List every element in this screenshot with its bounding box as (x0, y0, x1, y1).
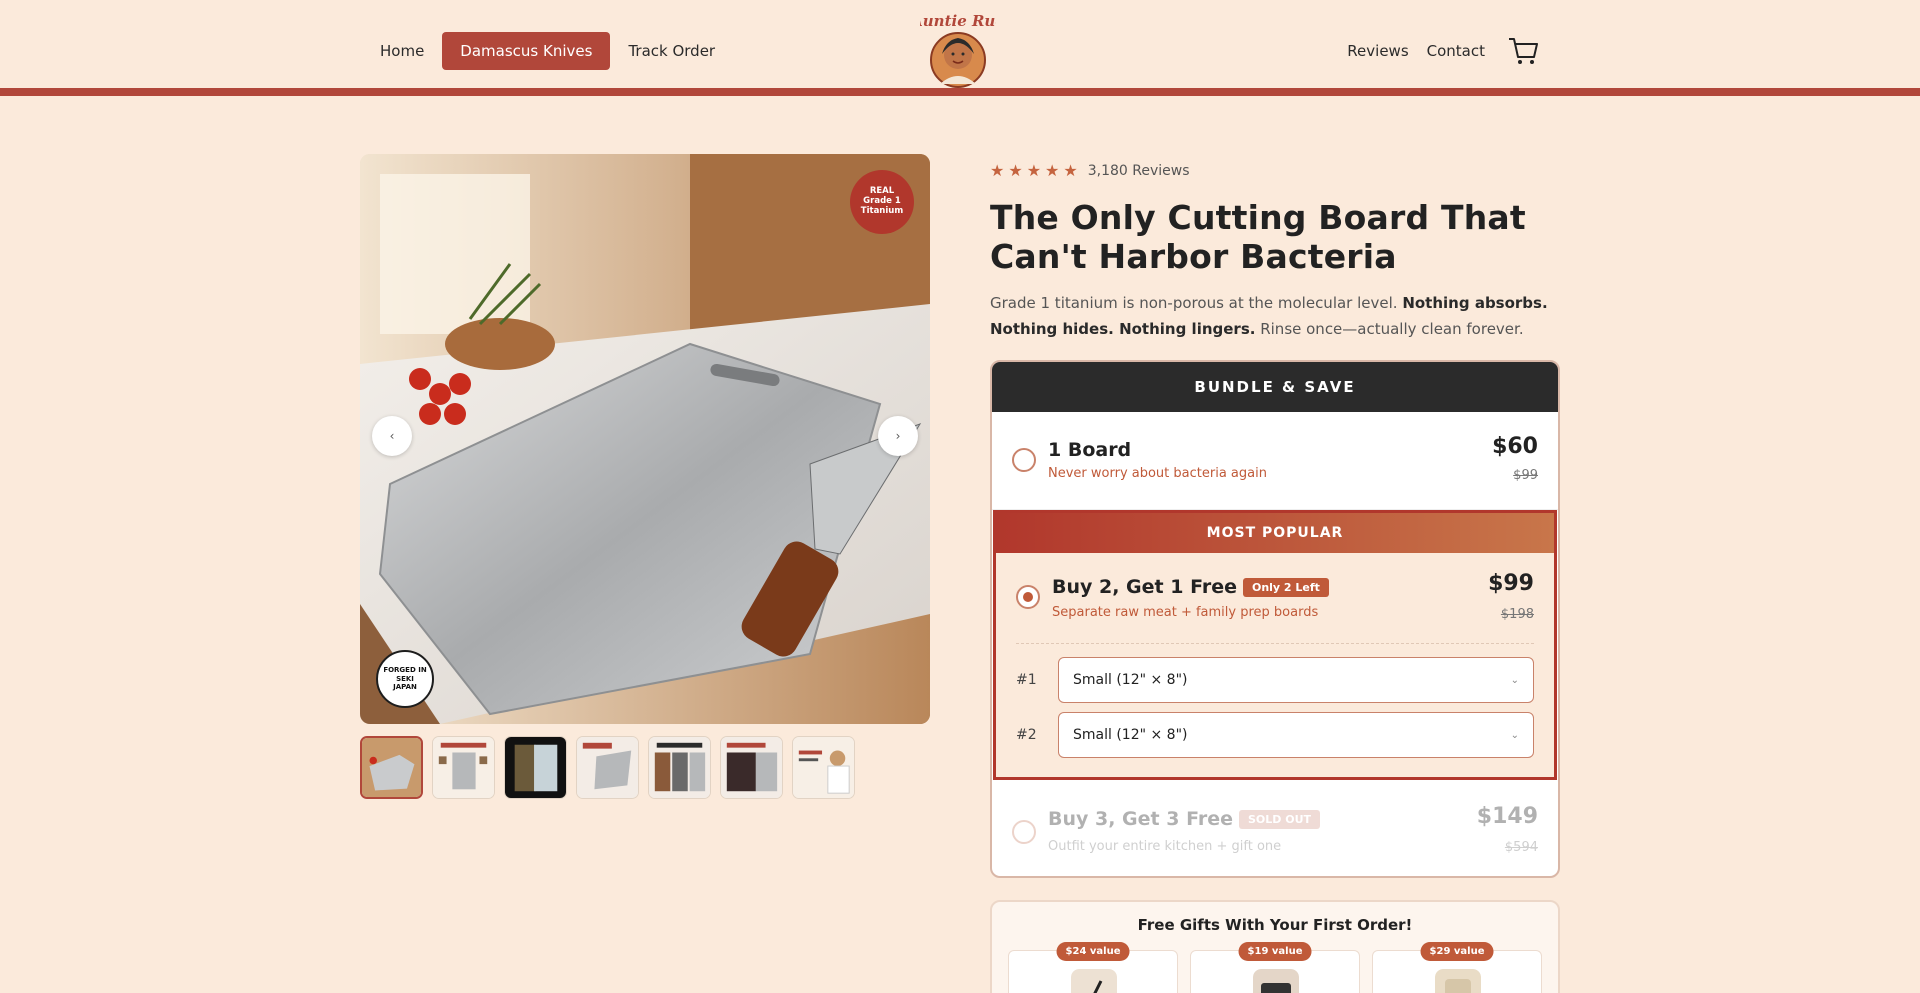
product-main-image[interactable]: REAL Grade 1 Titanium FORGED IN SEKI JAP… (360, 154, 930, 724)
gift-cloth-image (1435, 969, 1481, 993)
option-subtitle: Outfit your entire kitchen + gift one (1048, 839, 1282, 854)
gift-card[interactable]: $19 value (1190, 942, 1360, 993)
gift-card[interactable]: $29 value (1372, 942, 1542, 993)
cart-icon[interactable] (1506, 34, 1540, 68)
board-number-label: #2 (1016, 727, 1037, 743)
nav-track-order-link[interactable]: Track Order (610, 32, 733, 70)
bundle-selector: BUNDLE & SAVE 1 Board Never worry about … (990, 360, 1560, 878)
thumbnail-image (577, 737, 638, 798)
option-old-price: $594 (1504, 840, 1538, 855)
option-subtitle: Never worry about bacteria again (1048, 466, 1267, 481)
gallery-thumbnail[interactable] (432, 736, 495, 799)
option-title-row: Buy 3, Get 3 Free SOLD OUT (1048, 808, 1321, 830)
option-divider (1016, 643, 1534, 644)
gallery-thumbnail[interactable] (720, 736, 783, 799)
free-gifts-panel: Free Gifts With Your First Order! $24 va… (990, 900, 1560, 993)
gift-value-badge: $24 value (1056, 942, 1130, 961)
badge-line: Titanium (860, 205, 904, 216)
option-old-price: $198 (1500, 607, 1534, 622)
star-icon: ★ (990, 161, 1005, 180)
chevron-down-icon: ⌄ (1510, 729, 1519, 741)
gift-value-badge: $29 value (1420, 942, 1494, 961)
option-name: 1 Board (1048, 439, 1132, 461)
select-value: Small (12" × 8") (1073, 672, 1188, 688)
thumbnail-image (433, 737, 494, 798)
most-popular-banner: MOST POPULAR (996, 513, 1554, 553)
nav-reviews-link[interactable]: Reviews (1338, 32, 1417, 70)
gallery-thumbnail[interactable] (576, 736, 639, 799)
option-price: $60 (1492, 434, 1538, 459)
titanium-badge: REAL Grade 1 Titanium (850, 170, 914, 234)
star-icon: ★ (1008, 161, 1023, 180)
badge-line: SEKI (396, 674, 414, 683)
option-title-row: Buy 2, Get 1 Free Only 2 Left (1052, 576, 1329, 598)
gallery-thumbnail[interactable] (792, 736, 855, 799)
nav-right: Reviews Contact (1338, 32, 1540, 70)
chevron-left-icon: ‹ (389, 429, 395, 443)
option-price: $99 (1488, 571, 1534, 596)
bundle-option-1-board[interactable]: 1 Board Never worry about bacteria again… (992, 412, 1558, 510)
description-text: Rinse once—actually clean forever. (1255, 320, 1524, 338)
gift-mat-image (1253, 969, 1299, 993)
gift-sharpener-image (1071, 969, 1117, 993)
star-icon: ★ (1045, 161, 1060, 180)
gallery-prev-button[interactable]: ‹ (372, 416, 412, 456)
gallery-next-button[interactable]: › (878, 416, 918, 456)
option-name: Buy 3, Get 3 Free (1048, 808, 1233, 830)
bundle-radio[interactable] (1016, 585, 1040, 609)
product-info: ★ ★ ★ ★ ★ 3,180 Reviews The Only Cutting… (990, 160, 1560, 342)
option-subtitle: Separate raw meat + family prep boards (1052, 605, 1319, 620)
bundle-radio[interactable] (1012, 448, 1036, 472)
svg-text:Auntie Rue: Auntie Rue (920, 12, 996, 30)
site-header: Home Damascus Knives Track Order Auntie … (0, 0, 1920, 96)
board-size-select-1[interactable]: Small (12" × 8") ⌄ (1058, 657, 1534, 703)
review-count: 3,180 Reviews (1087, 163, 1190, 179)
rating-row[interactable]: ★ ★ ★ ★ ★ 3,180 Reviews (990, 160, 1560, 182)
option-name: Buy 2, Get 1 Free (1052, 576, 1237, 598)
gallery-thumbnail[interactable] (360, 736, 423, 799)
stock-badge: Only 2 Left (1242, 577, 1329, 597)
nav-left: Home Damascus Knives Track Order (362, 32, 733, 70)
product-title: The Only Cutting Board That Can't Harbor… (990, 198, 1526, 276)
option-price: $149 (1476, 804, 1538, 829)
bundle-option-buy-3-get-3: Buy 3, Get 3 Free SOLD OUT Outfit your e… (992, 780, 1558, 876)
board-size-row-1: #1 Small (12" × 8") ⌄ (1016, 657, 1534, 703)
bundle-radio (1012, 820, 1036, 844)
gallery-thumbnail[interactable] (648, 736, 711, 799)
thumbnail-image (649, 737, 710, 798)
star-icon: ★ (1063, 161, 1078, 180)
thumbnail-image (505, 737, 566, 798)
free-gifts-title: Free Gifts With Your First Order! (1137, 916, 1413, 934)
thumbnail-image (721, 737, 782, 798)
cutting-board-photo (360, 154, 930, 724)
star-icon: ★ (1026, 161, 1042, 180)
option-old-price: $99 (1513, 468, 1538, 483)
brand-logo[interactable]: Auntie Rue (920, 10, 996, 88)
badge-line: FORGED IN (383, 666, 427, 675)
seki-japan-badge: FORGED IN SEKI JAPAN (376, 650, 434, 708)
thumbnail-image (362, 738, 421, 797)
gift-card[interactable]: $24 value (1008, 942, 1178, 993)
board-size-row-2: #2 Small (12" × 8") ⌄ (1016, 712, 1534, 758)
thumbnail-image (793, 737, 854, 798)
select-value: Small (12" × 8") (1073, 727, 1188, 743)
chevron-right-icon: › (895, 429, 901, 443)
description-text: Grade 1 titanium is non-porous at the mo… (990, 294, 1403, 312)
gallery-thumbnails (360, 736, 855, 799)
bundle-heading: BUNDLE & SAVE (992, 362, 1558, 412)
chevron-down-icon: ⌄ (1510, 674, 1519, 686)
bundle-option-buy-2-get-1[interactable]: MOST POPULAR Buy 2, Get 1 Free Only 2 Le… (993, 510, 1557, 780)
gift-value-badge: $19 value (1238, 942, 1312, 961)
nav-damascus-knives-link[interactable]: Damascus Knives (442, 32, 611, 70)
sold-out-badge: SOLD OUT (1238, 809, 1321, 829)
board-number-label: #1 (1016, 672, 1037, 688)
nav-contact-link[interactable]: Contact (1418, 32, 1494, 70)
product-description: Grade 1 titanium is non-porous at the mo… (990, 290, 1560, 342)
nav-home-link[interactable]: Home (362, 32, 442, 70)
board-size-select-2[interactable]: Small (12" × 8") ⌄ (1058, 712, 1534, 758)
gallery-thumbnail[interactable] (504, 736, 567, 799)
badge-line: JAPAN (393, 683, 417, 692)
